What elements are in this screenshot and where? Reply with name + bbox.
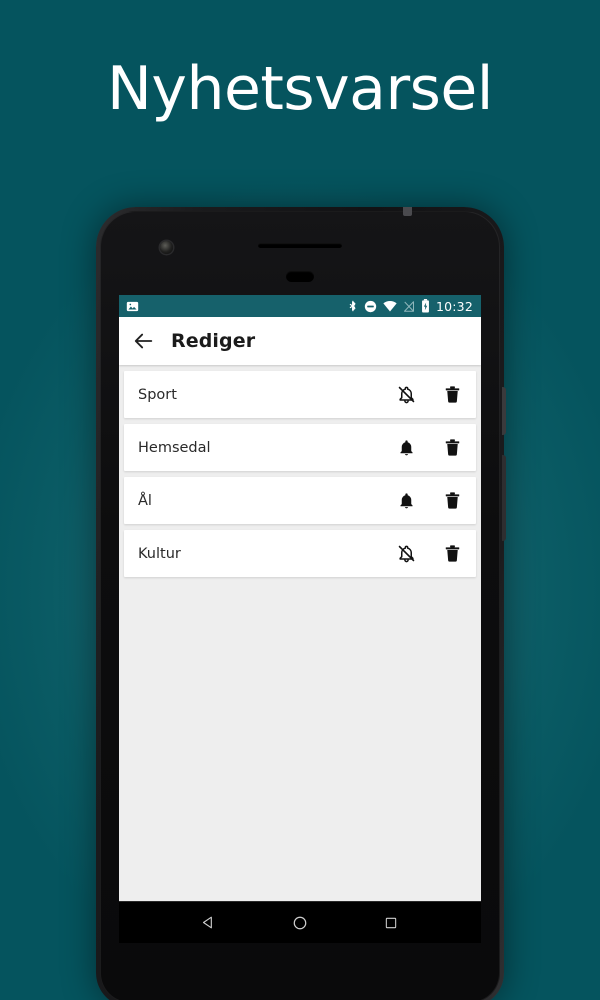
status-bar-left [126, 300, 139, 313]
signal-off-icon [403, 300, 414, 312]
status-bar: 10:32 [119, 295, 481, 317]
screenshot-stage: Nyhetsvarsel 10:32 Rediger Sport Hemseda… [0, 0, 600, 1000]
wifi-icon [383, 301, 397, 312]
phone-screen: 10:32 Rediger Sport Hemsedal Ål Kultur [119, 295, 481, 943]
status-bar-clock: 10:32 [435, 298, 473, 314]
list-item-actions [394, 489, 464, 513]
list-item-label: Hemsedal [138, 439, 211, 456]
topic-list: Sport Hemsedal Ål Kultur [119, 365, 481, 901]
bell-icon[interactable] [394, 489, 418, 513]
do-not-disturb-icon [364, 300, 377, 312]
list-item[interactable]: Ål [124, 477, 476, 524]
bell-off-icon[interactable] [394, 542, 418, 566]
earpiece-speaker [258, 243, 342, 248]
list-item-label: Kultur [138, 545, 181, 562]
trash-icon[interactable] [440, 489, 464, 513]
battery-charging-icon [422, 299, 429, 313]
android-nav-bar [119, 901, 481, 943]
front-camera-icon [160, 241, 173, 254]
list-item-label: Ål [138, 492, 152, 509]
list-item[interactable]: Kultur [124, 530, 476, 577]
trash-icon[interactable] [440, 436, 464, 460]
trash-icon[interactable] [440, 383, 464, 407]
volume-button[interactable] [502, 455, 506, 541]
list-item[interactable]: Sport [124, 371, 476, 418]
list-item-label: Sport [138, 386, 177, 403]
list-item[interactable]: Hemsedal [124, 424, 476, 471]
bell-off-icon[interactable] [394, 383, 418, 407]
bell-icon[interactable] [394, 436, 418, 460]
nav-home-button[interactable] [287, 910, 313, 936]
screenshot-icon [126, 301, 139, 311]
list-item-actions [394, 542, 464, 566]
status-bar-right: 10:32 [347, 299, 473, 314]
page-title: Nyhetsvarsel [107, 54, 493, 124]
nav-recents-button[interactable] [378, 910, 404, 936]
trash-icon[interactable] [440, 542, 464, 566]
back-arrow-icon[interactable] [133, 330, 155, 352]
nav-back-button[interactable] [196, 910, 222, 936]
power-button[interactable] [502, 387, 506, 435]
phone-device: 10:32 Rediger Sport Hemsedal Ål Kultur [96, 207, 506, 1000]
list-item-actions [394, 383, 464, 407]
bluetooth-icon [349, 300, 356, 312]
app-bar: Rediger [119, 317, 481, 365]
list-item-actions [394, 436, 464, 460]
antenna-line [403, 207, 412, 216]
app-bar-title: Rediger [171, 330, 256, 352]
proximity-sensor [286, 271, 314, 282]
